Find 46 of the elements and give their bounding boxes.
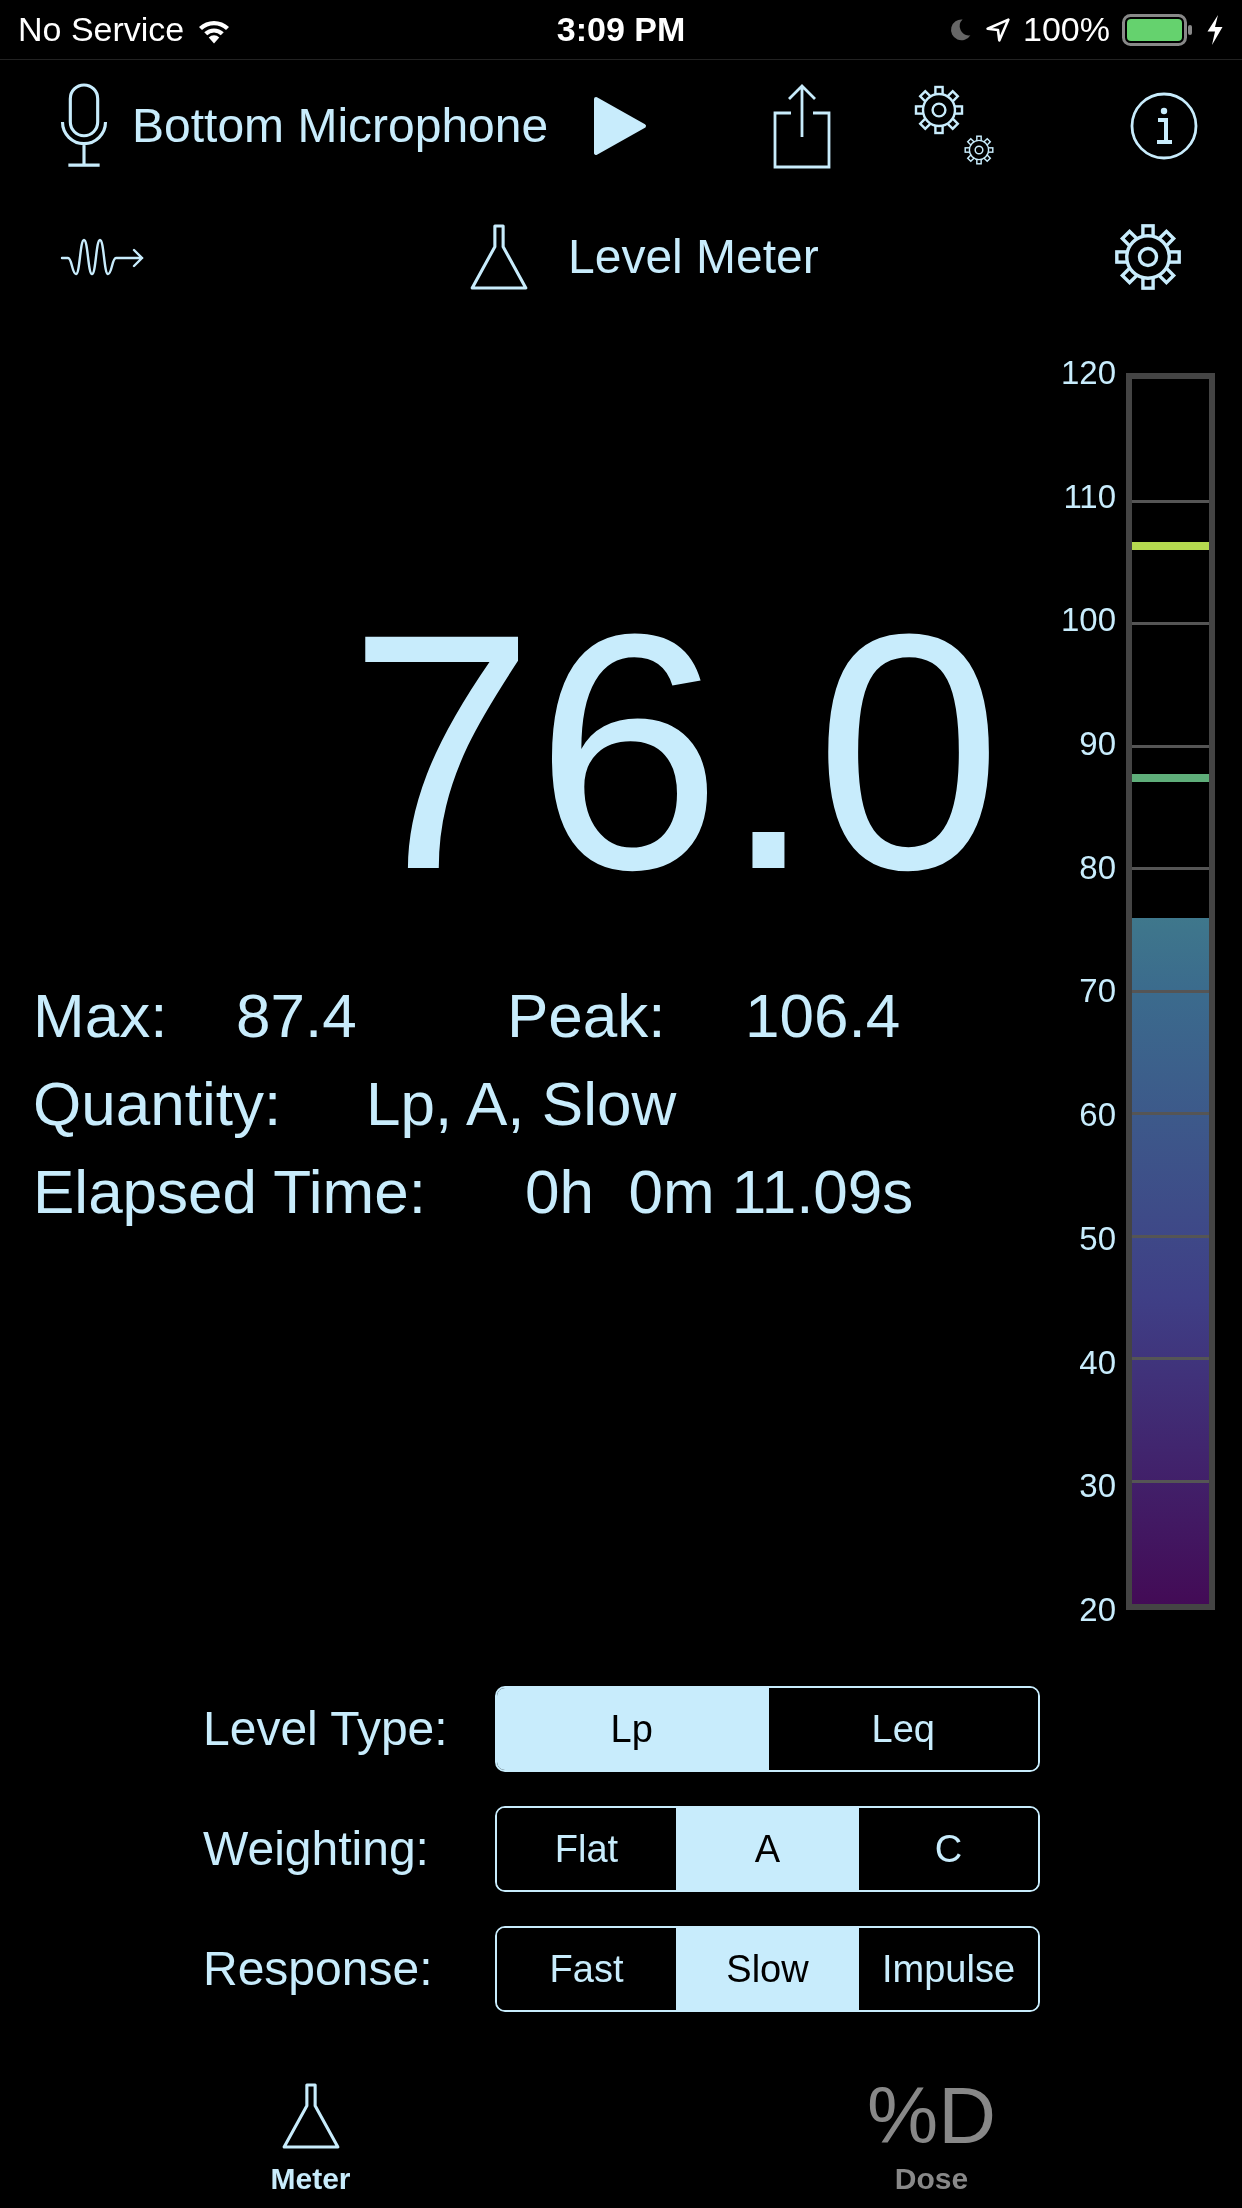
scale-label: 50	[1079, 1218, 1116, 1259]
segment-option[interactable]: C	[857, 1808, 1038, 1890]
scale-label: 90	[1079, 724, 1116, 765]
scale-label: 100	[1060, 600, 1116, 641]
input-source-text[interactable]: Bottom Microphone	[132, 90, 549, 162]
quantity-value: Lp, A, Slow	[366, 1068, 677, 1140]
setting-label: Response:	[203, 1941, 434, 1997]
waveform-arrow-icon[interactable]	[60, 236, 146, 278]
scale-label: 30	[1079, 1466, 1116, 1507]
charging-icon	[1206, 14, 1224, 45]
settings-icon	[1114, 223, 1182, 291]
info-icon[interactable]	[1130, 92, 1198, 160]
segment-option[interactable]: Lp	[497, 1688, 767, 1770]
clock-text: 3:09 PM	[556, 9, 686, 50]
scale-label: 20	[1079, 1589, 1116, 1630]
segment-option[interactable]: Slow	[676, 1928, 857, 2010]
scale-label: 60	[1079, 1095, 1116, 1136]
screen-title: Level Meter	[568, 229, 819, 285]
quantity-label: Quantity:	[33, 1068, 283, 1140]
battery-percent: 100%	[1023, 9, 1110, 50]
scale-label: 80	[1079, 847, 1116, 888]
segment-option[interactable]: Impulse	[857, 1928, 1038, 2010]
stat-value: 106.4	[745, 980, 901, 1052]
elapsed-time-value: 0h 0m 11.09s	[525, 1156, 914, 1228]
scale-label: 110	[1063, 476, 1116, 517]
play-icon[interactable]	[593, 96, 648, 156]
stat-label: Peak:	[507, 980, 667, 1052]
stat-label: Max:	[33, 980, 169, 1052]
segment-option[interactable]: Leq	[766, 1688, 1038, 1770]
segment-option[interactable]: A	[676, 1808, 857, 1890]
microphone-icon[interactable]	[58, 83, 110, 169]
tab[interactable]: Meter	[0, 2040, 621, 2208]
scale-label: 70	[1079, 971, 1116, 1012]
tab[interactable]: %D Dose	[621, 2040, 1242, 2208]
setting-label: Level Type:	[203, 1701, 449, 1757]
elapsed-time-label: Elapsed Time:	[33, 1156, 427, 1228]
scale-label: 120	[1060, 353, 1116, 393]
scale-label: 40	[1079, 1342, 1116, 1383]
dose-glyph-icon: %D	[867, 2082, 996, 2150]
battery-icon	[1122, 13, 1194, 46]
flask-icon	[468, 224, 530, 290]
carrier-text: No Service	[18, 9, 185, 50]
location-icon	[985, 16, 1012, 43]
stat-value: 87.4	[236, 980, 358, 1052]
sound-level-reading: 76.0	[348, 584, 1002, 924]
setting-label: Weighting:	[203, 1821, 430, 1877]
